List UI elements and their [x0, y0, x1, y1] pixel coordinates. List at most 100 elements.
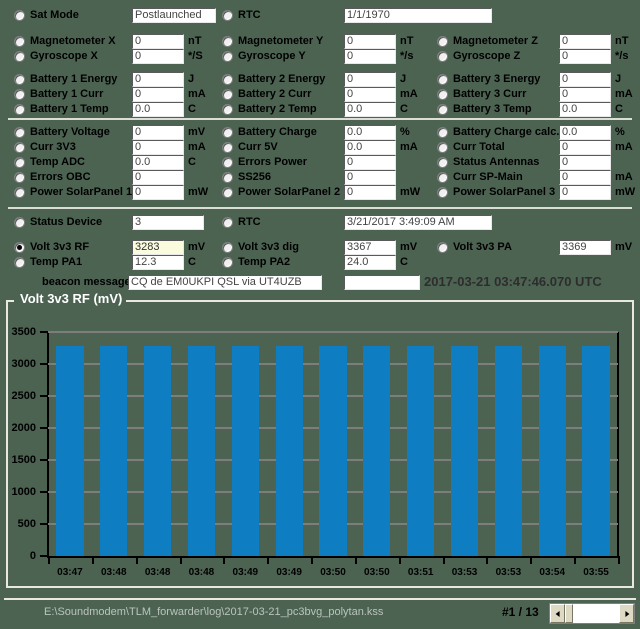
radio-button-icon[interactable] — [222, 36, 233, 47]
bar[interactable] — [56, 345, 84, 556]
radio-option-battery-1-temp[interactable]: Battery 1 Temp — [14, 103, 109, 116]
value-field[interactable]: 0.0 — [559, 102, 611, 117]
value-field[interactable]: 0 — [132, 34, 184, 49]
radio-button-icon[interactable] — [14, 104, 25, 115]
value-field[interactable]: 0 — [132, 125, 184, 140]
value-field[interactable]: 0 — [132, 185, 184, 200]
bar[interactable] — [275, 345, 303, 556]
radio-option-battery-3-curr[interactable]: Battery 3 Curr — [437, 88, 526, 101]
radio-button-icon[interactable] — [14, 142, 25, 153]
value-field[interactable]: 0 — [132, 72, 184, 87]
radio-option-status-device[interactable]: Status Device — [14, 216, 102, 229]
radio-option-magnetometer-x[interactable]: Magnetometer X — [14, 35, 116, 48]
radio-option-rtc[interactable]: RTC — [222, 216, 261, 229]
radio-option-curr-3v3[interactable]: Curr 3V3 — [14, 141, 76, 154]
radio-option-battery-3-temp[interactable]: Battery 3 Temp — [437, 103, 532, 116]
value-field[interactable]: 0 — [559, 185, 611, 200]
radio-button-icon[interactable] — [437, 157, 448, 168]
radio-option-temp-pa2[interactable]: Temp PA2 — [222, 256, 290, 269]
bar[interactable] — [582, 345, 610, 556]
radio-button-icon[interactable] — [437, 142, 448, 153]
radio-option-status-antennas[interactable]: Status Antennas — [437, 156, 539, 169]
radio-button-icon[interactable] — [222, 89, 233, 100]
value-field[interactable]: 0 — [344, 49, 396, 64]
radio-button-icon[interactable] — [222, 217, 233, 228]
value-field[interactable]: 0 — [559, 170, 611, 185]
radio-option-magnetometer-y[interactable]: Magnetometer Y — [222, 35, 323, 48]
value-field[interactable]: 0 — [132, 87, 184, 102]
value-field[interactable]: 1/1/1970 — [344, 8, 492, 23]
radio-option-volt-3v3-rf[interactable]: Volt 3v3 RF — [14, 241, 89, 254]
radio-option-power-solarpanel-3[interactable]: Power SolarPanel 3 — [437, 186, 555, 199]
value-field[interactable]: 0.0 — [132, 155, 184, 170]
radio-option-sat-mode[interactable]: Sat Mode — [14, 9, 79, 22]
value-field[interactable]: 0 — [344, 185, 396, 200]
radio-button-icon[interactable] — [14, 51, 25, 62]
radio-button-icon[interactable] — [222, 104, 233, 115]
radio-option-battery-2-temp[interactable]: Battery 2 Temp — [222, 103, 317, 116]
value-field[interactable]: 3369 — [559, 240, 611, 255]
radio-button-icon[interactable] — [14, 172, 25, 183]
radio-option-gyroscope-x[interactable]: Gyroscope X — [14, 50, 98, 63]
value-field[interactable]: 0.0 — [559, 125, 611, 140]
radio-option-power-solarpanel-2[interactable]: Power SolarPanel 2 — [222, 186, 340, 199]
radio-option-curr-total[interactable]: Curr Total — [437, 141, 505, 154]
value-field[interactable]: 0.0 — [344, 102, 396, 117]
value-field[interactable]: 0 — [344, 170, 396, 185]
radio-button-icon[interactable] — [437, 51, 448, 62]
radio-button-icon[interactable] — [14, 74, 25, 85]
bar[interactable] — [187, 345, 216, 556]
value-field[interactable]: 0 — [132, 140, 184, 155]
radio-button-icon[interactable] — [222, 10, 233, 21]
radio-option-battery-voltage[interactable]: Battery Voltage — [14, 126, 110, 139]
radio-option-battery-charge[interactable]: Battery Charge — [222, 126, 317, 139]
value-field[interactable]: 0.0 — [132, 102, 184, 117]
radio-option-magnetometer-z[interactable]: Magnetometer Z — [437, 35, 538, 48]
radio-button-icon[interactable] — [14, 157, 25, 168]
value-field[interactable]: 0 — [344, 34, 396, 49]
radio-button-icon[interactable] — [437, 36, 448, 47]
value-field[interactable]: 3283 — [132, 240, 184, 255]
radio-option-rtc[interactable]: RTC — [222, 9, 261, 22]
radio-option-battery-charge-calc[interactable]: Battery Charge calc. — [437, 126, 559, 139]
radio-option-temp-adc[interactable]: Temp ADC — [14, 156, 85, 169]
radio-option-volt-3v3-pa[interactable]: Volt 3v3 PA — [437, 241, 512, 254]
value-field[interactable]: 12.3 — [132, 255, 184, 270]
radio-option-power-solarpanel-1[interactable]: Power SolarPanel 1 — [14, 186, 132, 199]
radio-button-icon[interactable] — [437, 242, 448, 253]
bar[interactable] — [231, 345, 259, 556]
value-field[interactable]: CQ de EM0UKPI QSL via UT4UZB — [128, 275, 322, 290]
horizontal-scrollbar[interactable] — [549, 603, 635, 624]
radio-button-icon[interactable] — [222, 74, 233, 85]
bar[interactable] — [538, 345, 566, 556]
bar[interactable] — [407, 345, 435, 556]
radio-option-temp-pa1[interactable]: Temp PA1 — [14, 256, 82, 269]
radio-button-icon[interactable] — [222, 157, 233, 168]
radio-button-icon[interactable] — [222, 187, 233, 198]
radio-button-icon[interactable] — [14, 217, 25, 228]
radio-button-icon[interactable] — [14, 127, 25, 138]
radio-button-icon[interactable] — [222, 172, 233, 183]
radio-option-curr-sp-main[interactable]: Curr SP-Main — [437, 171, 523, 184]
radio-option-battery-2-energy[interactable]: Battery 2 Energy — [222, 73, 325, 86]
radio-option-curr-5v[interactable]: Curr 5V — [222, 141, 278, 154]
radio-button-icon[interactable] — [437, 89, 448, 100]
radio-option-gyroscope-y[interactable]: Gyroscope Y — [222, 50, 306, 63]
bar[interactable] — [494, 345, 522, 556]
scrollbar-thumb[interactable] — [565, 604, 573, 623]
radio-button-icon[interactable] — [437, 74, 448, 85]
scroll-right-arrow-icon[interactable] — [619, 604, 634, 623]
radio-button-icon[interactable] — [437, 127, 448, 138]
radio-button-icon[interactable] — [14, 187, 25, 198]
radio-option-battery-3-energy[interactable]: Battery 3 Energy — [437, 73, 540, 86]
radio-button-icon[interactable] — [437, 104, 448, 115]
value-field[interactable]: 24.0 — [344, 255, 396, 270]
radio-option-battery-1-curr[interactable]: Battery 1 Curr — [14, 88, 103, 101]
radio-option-ss256[interactable]: SS256 — [222, 171, 271, 184]
value-field[interactable]: 0 — [344, 155, 396, 170]
bar[interactable] — [450, 345, 479, 556]
bar[interactable] — [363, 345, 391, 556]
value-field[interactable]: 0 — [559, 49, 611, 64]
radio-button-icon[interactable] — [437, 172, 448, 183]
bar[interactable] — [144, 345, 172, 556]
